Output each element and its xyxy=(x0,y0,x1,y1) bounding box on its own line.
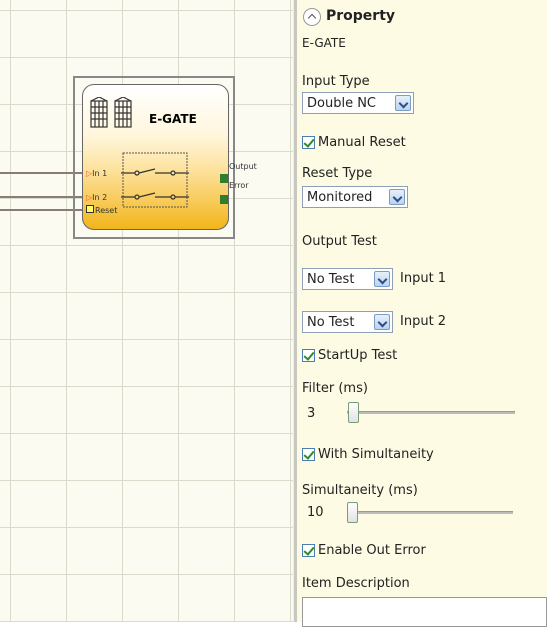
switch-schematic-icon xyxy=(121,152,189,208)
enable-out-error-checkbox[interactable]: Enable Out Error xyxy=(302,543,426,558)
chevron-down-icon xyxy=(374,314,390,330)
checkbox-checked-icon xyxy=(302,448,315,461)
output-test-2-value: No Test xyxy=(307,314,355,330)
simultaneity-slider-thumb[interactable] xyxy=(347,502,358,523)
manual-reset-checkbox[interactable]: Manual Reset xyxy=(302,135,406,150)
pin-reset-label: Reset xyxy=(95,206,118,215)
block-title: E-GATE xyxy=(149,112,197,126)
block-name: E-GATE xyxy=(302,36,346,50)
item-description-label: Item Description xyxy=(302,576,410,591)
startup-test-label: StartUp Test xyxy=(318,348,398,363)
light-curtain-icon xyxy=(90,97,132,128)
output-test-1-label: Input 1 xyxy=(400,271,447,286)
output-pin-label: Output xyxy=(229,162,257,171)
pin-in-1-label: In 1 xyxy=(92,169,108,178)
startup-test-checkbox[interactable]: StartUp Test xyxy=(302,348,397,363)
panel-header: Property xyxy=(326,8,396,24)
checkbox-checked-icon xyxy=(302,349,315,362)
with-simultaneity-label: With Simultaneity xyxy=(318,447,434,462)
simultaneity-slider-track[interactable] xyxy=(347,511,513,514)
simultaneity-value: 10 xyxy=(307,505,324,520)
reset-type-value: Monitored xyxy=(307,189,373,205)
output-test-1-select[interactable]: No Test xyxy=(302,268,393,290)
output-test-label: Output Test xyxy=(302,234,377,249)
manual-reset-label: Manual Reset xyxy=(318,135,406,150)
pin-in-2-label: In 2 xyxy=(92,193,108,202)
input-type-select[interactable]: Double NC xyxy=(302,92,414,114)
chevron-down-icon xyxy=(395,95,411,111)
reset-type-select[interactable]: Monitored xyxy=(302,186,408,208)
filter-value: 3 xyxy=(307,406,316,421)
output-test-1-value: No Test xyxy=(307,271,355,287)
filter-slider-track[interactable] xyxy=(347,411,515,414)
filter-label: Filter (ms) xyxy=(302,381,368,396)
simultaneity-label: Simultaneity (ms) xyxy=(302,483,418,498)
input-type-value: Double NC xyxy=(307,95,376,111)
error-pin[interactable] xyxy=(220,195,228,204)
output-pin[interactable] xyxy=(220,174,228,183)
pin-in-1[interactable]: ▷In 1 xyxy=(86,169,107,178)
e-gate-block[interactable]: E-GATE ▷In 1 ▷In 2 Reset xyxy=(82,84,229,230)
filter-slider-thumb[interactable] xyxy=(348,402,359,423)
enable-out-error-label: Enable Out Error xyxy=(318,543,426,558)
checkbox-checked-icon xyxy=(302,136,315,149)
chevron-down-icon xyxy=(374,271,390,287)
output-test-2-select[interactable]: No Test xyxy=(302,311,393,333)
input-type-label: Input Type xyxy=(302,74,370,89)
item-description-input[interactable] xyxy=(302,597,547,627)
design-canvas[interactable]: E-GATE ▷In 1 ▷In 2 Reset Output Error xyxy=(0,0,293,622)
reset-type-label: Reset Type xyxy=(302,166,373,181)
output-test-2-label: Input 2 xyxy=(400,314,447,329)
error-pin-label: Error xyxy=(229,181,249,190)
pin-reset[interactable]: Reset xyxy=(86,205,117,215)
with-simultaneity-checkbox[interactable]: With Simultaneity xyxy=(302,447,434,462)
pin-in-2[interactable]: ▷In 2 xyxy=(86,193,107,202)
property-panel: Property E-GATE Input Type Double NC Man… xyxy=(297,0,547,627)
chevron-down-icon xyxy=(389,189,405,205)
collapse-icon[interactable] xyxy=(303,8,321,26)
checkbox-checked-icon xyxy=(302,544,315,557)
